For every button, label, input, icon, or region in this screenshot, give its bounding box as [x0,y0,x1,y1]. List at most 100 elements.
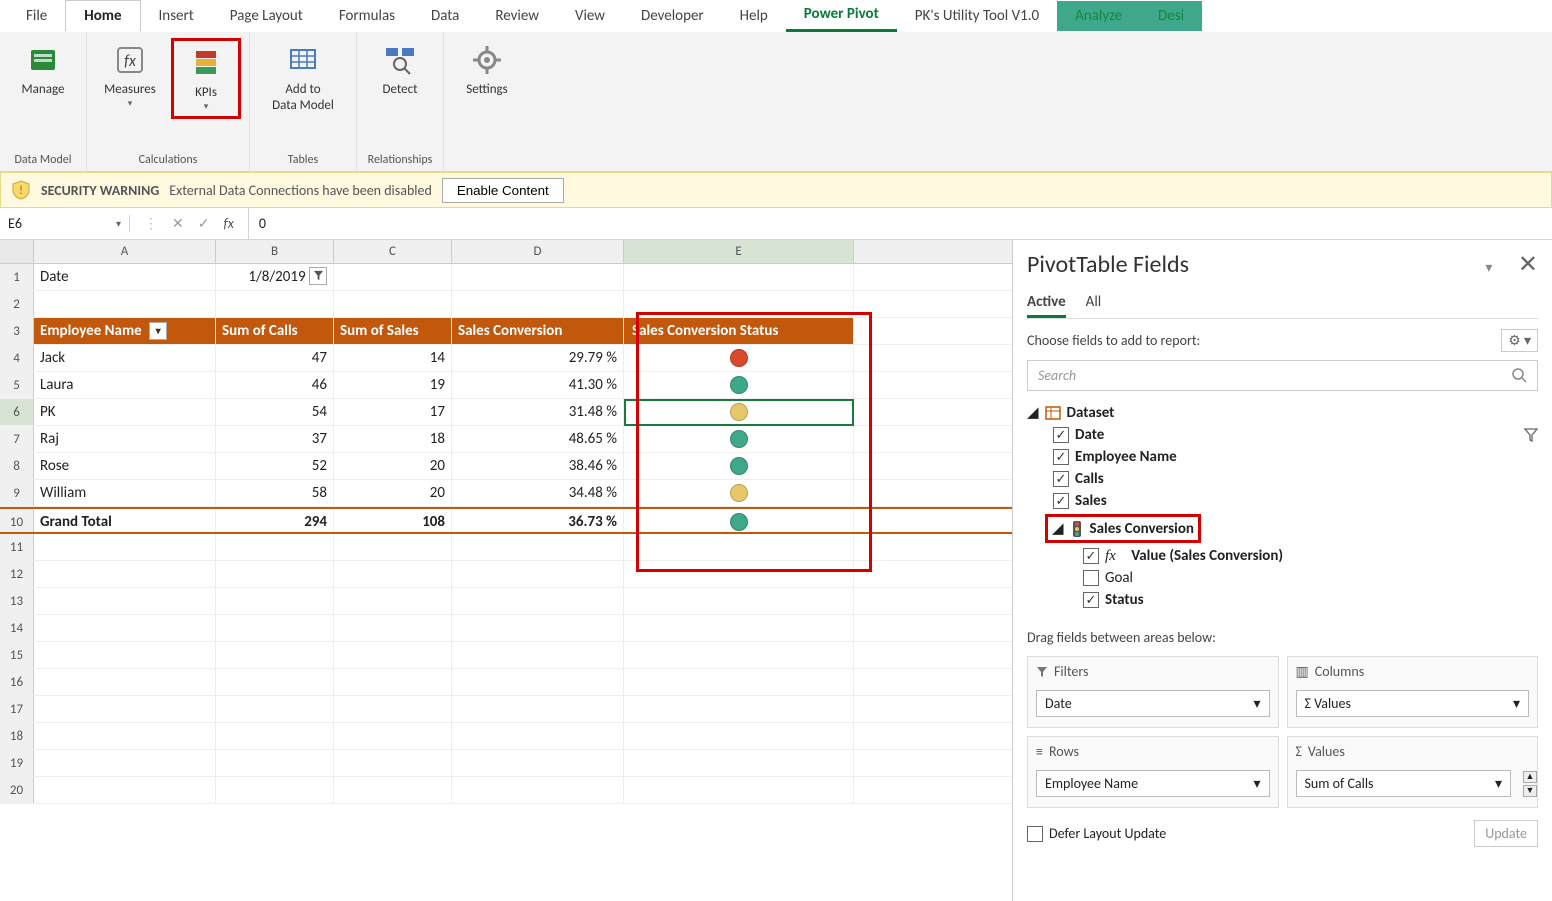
group-label-rel: Relationships [368,151,433,169]
tab-data[interactable]: Data [413,1,477,31]
tab-analyze[interactable]: Analyze [1057,1,1140,31]
ph-calls[interactable]: Sum of Calls [216,318,334,344]
column-item[interactable]: Σ Values▾ [1296,690,1530,717]
close-icon[interactable]: ✕ [1518,250,1538,279]
chevron-down-icon: ▾ [1513,695,1520,712]
update-button[interactable]: Update [1474,820,1538,847]
tab-pk-utility[interactable]: PK's Utility Tool V1.0 [897,1,1057,31]
ribbon-toolbar: Manage Data Model fx Measures ▾ KPIs ▾ C… [0,32,1552,172]
rows-icon: ≡ [1036,743,1043,760]
manage-label: Manage [22,82,65,98]
col-header-c[interactable]: C [334,240,452,263]
value-item[interactable]: Sum of Calls▾ [1296,770,1512,797]
fx-icon[interactable]: fx [223,215,233,232]
add-to-data-model-button[interactable]: Add to Data Model [258,38,348,117]
select-all-corner[interactable] [0,240,34,263]
cell-a1[interactable]: Date [34,264,216,290]
checkbox-icon[interactable] [1053,449,1069,465]
detect-label: Detect [383,82,418,98]
pivot-row: 7Raj371848.65 % [0,426,1012,453]
field-date[interactable]: Date [1027,424,1538,446]
formula-input[interactable]: 0 [248,208,1552,239]
enable-content-button[interactable]: Enable Content [442,178,564,203]
tab-file[interactable]: File [8,1,65,31]
ph-employee[interactable]: Employee Name ▾ [34,318,216,344]
manage-button[interactable]: Manage [8,38,78,102]
scroll-up-icon[interactable]: ▲ [1523,771,1537,783]
tab-page-layout[interactable]: Page Layout [212,1,321,31]
grid-rows: 1 Date 1/8/2019 2 3 [0,264,1012,804]
detect-button[interactable]: Detect [365,38,435,102]
field-sales[interactable]: Sales [1027,490,1538,512]
status-dot-icon [730,403,748,421]
tab-view[interactable]: View [557,1,623,31]
pane-tab-active[interactable]: Active [1027,289,1066,318]
area-filters[interactable]: Filters Date▾ [1027,656,1279,728]
filter-item[interactable]: Date▾ [1036,690,1270,717]
field-calls[interactable]: Calls [1027,468,1538,490]
columns-icon: ▥ [1296,663,1309,680]
chevron-down-icon: ▾ [1495,775,1502,792]
field-value-sc[interactable]: fx Value (Sales Conversion) [1027,545,1538,567]
group-label-tables: Tables [288,151,318,169]
row-2: 2 [0,291,1012,318]
checkbox-icon[interactable] [1083,570,1099,586]
row-header-1[interactable]: 1 [0,264,34,290]
field-sales-conversion[interactable]: ◢ Sales Conversion [1027,512,1538,545]
chevron-down-icon[interactable]: ▾ [1485,259,1492,276]
status-dot-icon [730,349,748,367]
dataset-node[interactable]: ◢ Dataset [1027,401,1538,424]
tab-insert[interactable]: Insert [141,1,212,31]
tab-help[interactable]: Help [722,1,786,31]
tab-developer[interactable]: Developer [623,1,722,31]
field-goal[interactable]: Goal [1027,567,1538,589]
tab-home[interactable]: Home [65,0,140,31]
tab-power-pivot[interactable]: Power Pivot [786,0,897,32]
area-values[interactable]: ΣValues Sum of Calls▾ ▲▼ [1287,736,1539,808]
ph-sales[interactable]: Sum of Sales [334,318,452,344]
filter-icon[interactable] [309,267,327,285]
kpis-button[interactable]: KPIs ▾ [171,38,241,119]
ph-conv[interactable]: Sales Conversion [452,318,624,344]
tab-design[interactable]: Desi [1140,1,1202,31]
area-rows[interactable]: ≡Rows Employee Name▾ [1027,736,1279,808]
name-box-value: E6 [8,215,22,232]
chevron-down-icon: ▾ [1253,775,1260,792]
fx-icon: fx [112,42,148,78]
manage-icon [25,42,61,78]
col-header-d[interactable]: D [452,240,624,263]
tab-review[interactable]: Review [477,1,557,31]
checkbox-icon[interactable] [1053,471,1069,487]
field-search[interactable]: Search [1027,360,1538,391]
pane-tab-all[interactable]: All [1086,289,1102,318]
column-headers: A B C D E [0,240,1012,264]
measures-button[interactable]: fx Measures ▾ [95,38,165,113]
checkbox-icon[interactable] [1053,493,1069,509]
formula-bar: E6 ▾ ⋮ ✕ ✓ fx 0 [0,208,1552,240]
cell-b1[interactable]: 1/8/2019 [216,264,334,290]
dropdown-icon[interactable]: ▾ [149,322,167,340]
scroll-down-icon[interactable]: ▼ [1523,785,1537,797]
checkbox-icon[interactable] [1083,592,1099,608]
defer-checkbox[interactable]: Defer Layout Update [1027,825,1166,842]
cancel-icon[interactable]: ✕ [172,215,184,232]
col-header-a[interactable]: A [34,240,216,263]
field-status[interactable]: Status [1027,589,1538,611]
settings-button[interactable]: Settings [452,38,522,102]
col-header-b[interactable]: B [216,240,334,263]
col-header-e[interactable]: E [624,240,854,263]
tab-formulas[interactable]: Formulas [321,1,413,31]
name-box[interactable]: E6 ▾ [0,215,130,232]
gear-icon[interactable]: ⚙ ▾ [1501,329,1538,352]
checkbox-icon[interactable] [1053,427,1069,443]
field-employee[interactable]: Employee Name [1027,446,1538,468]
ph-status[interactable]: Sales Conversion Status [624,318,854,344]
group-tables: Add to Data Model Tables [250,32,357,171]
worksheet[interactable]: A B C D E 1 Date 1/8/2019 [0,240,1012,901]
area-columns[interactable]: ▥Columns Σ Values▾ [1287,656,1539,728]
chevron-down-icon: ▾ [1253,695,1260,712]
sigma-icon: Σ [1296,743,1302,760]
row-item[interactable]: Employee Name▾ [1036,770,1270,797]
enter-icon[interactable]: ✓ [198,215,210,232]
checkbox-icon[interactable] [1083,548,1099,564]
